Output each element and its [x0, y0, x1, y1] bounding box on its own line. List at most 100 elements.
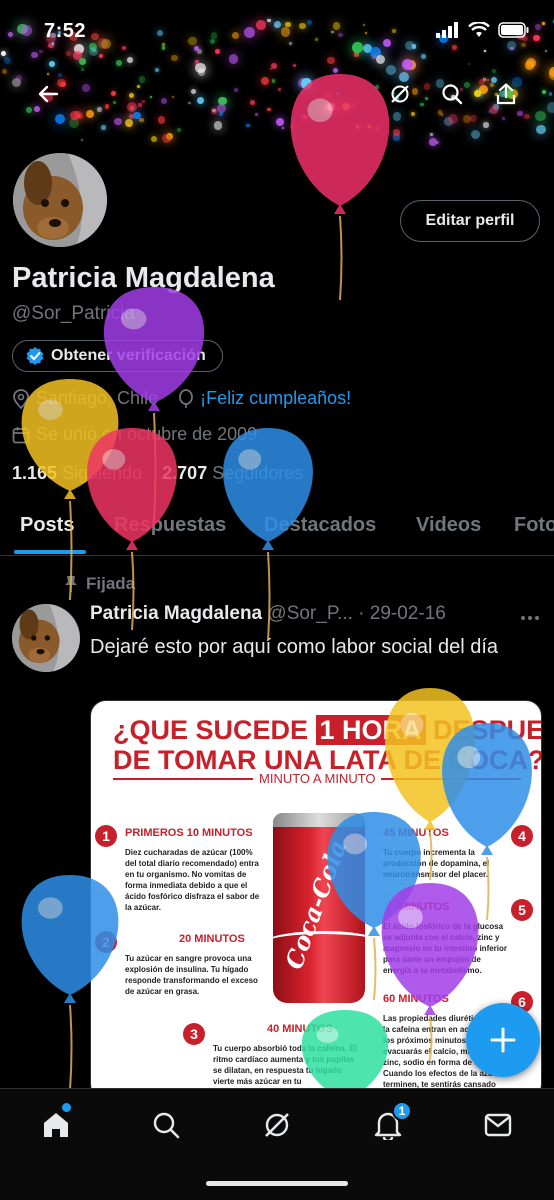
follow-counts: 1.165 Siguiendo 2.707 Seguidores	[12, 463, 303, 484]
followers-label: Seguidores	[212, 463, 304, 483]
banner-sparkle	[367, 124, 371, 128]
section-number: 3	[183, 1023, 205, 1045]
tweet-text: Dejaré esto por aquí como labor social d…	[90, 636, 499, 658]
tweet-date[interactable]: · 29-02-16	[358, 603, 446, 624]
section-title: 60 MINUTOS	[383, 993, 449, 1005]
profile-joined-row: Se unió en octubre de 2009	[12, 424, 257, 445]
dog-avatar-image	[13, 153, 107, 247]
home-new-indicator	[62, 1103, 71, 1112]
nav-explore[interactable]	[146, 1105, 186, 1145]
cellular-signal-icon	[436, 22, 458, 38]
banner-sparkle	[79, 58, 86, 65]
home-indicator	[206, 1181, 348, 1186]
infographic-rule-left	[113, 778, 253, 780]
calendar-icon	[12, 426, 30, 443]
banner-sparkle	[246, 123, 250, 128]
profile-avatar[interactable]	[10, 150, 110, 250]
following-link[interactable]: 1.165 Siguiendo	[12, 463, 142, 483]
banner-sparkle	[127, 57, 134, 64]
home-icon	[44, 1113, 68, 1137]
banner-sparkle	[81, 68, 85, 71]
banner-sparkle	[31, 51, 38, 59]
notifications-badge: 1	[392, 1101, 412, 1121]
tab-videos[interactable]: Videos	[416, 514, 481, 537]
grok-icon	[265, 1113, 289, 1137]
banner-sparkle	[270, 62, 277, 70]
section-body: Tu cuerpo incrementa la producción de do…	[383, 848, 490, 879]
section-title: 45 MINUTOS	[383, 827, 449, 839]
search-icon	[442, 84, 463, 105]
back-arrow-icon	[38, 85, 59, 103]
balloon	[21, 379, 119, 601]
birthday-link[interactable]: ¡Feliz cumpleaños!	[200, 388, 351, 409]
compose-post-button[interactable]	[466, 1003, 540, 1077]
share-button[interactable]	[488, 76, 524, 112]
back-button[interactable]	[30, 76, 66, 112]
profile-name: Patricia Magdalena	[12, 262, 275, 294]
banner-sparkle	[161, 133, 171, 143]
status-time: 7:52	[44, 20, 87, 42]
messages-icon	[484, 1113, 512, 1137]
explore-icon	[153, 1112, 180, 1139]
followers-link[interactable]: 2.707 Seguidores	[162, 463, 303, 483]
section-body: El ácido fosfórico de la glucosa se adju…	[383, 922, 508, 975]
tab-highlights[interactable]: Destacados	[264, 514, 376, 537]
infographic-title-post: DESPUES	[433, 715, 541, 745]
banner-sparkle	[469, 115, 478, 123]
section-number: 1	[95, 825, 117, 847]
banner-sparkle	[524, 113, 530, 120]
pin-icon	[65, 576, 77, 592]
tweet-author-name[interactable]: Patricia Magdalena	[90, 603, 262, 624]
search-button[interactable]	[434, 76, 470, 112]
banner-sparkle	[276, 117, 285, 126]
profile-tabs: Posts Respuestas Destacados Videos Foto	[0, 498, 554, 556]
tweet-header: Patricia Magdalena @Sor_P... · 29-02-16	[90, 603, 446, 625]
profile-location: Santiago, Chile	[36, 388, 159, 408]
infographic-title-highlight: 1 HORA	[315, 715, 426, 745]
nav-grok[interactable]	[257, 1105, 297, 1145]
get-verified-button[interactable]: Obtener verificación	[12, 340, 223, 372]
banner-sparkle	[54, 113, 66, 125]
grok-button[interactable]	[382, 76, 418, 112]
banner-sparkle	[213, 121, 223, 130]
dog-avatar-image	[12, 604, 80, 672]
banner-sparkle	[116, 60, 122, 66]
nav-home[interactable]	[36, 1103, 76, 1145]
banner-sparkle	[462, 114, 471, 124]
banner-sparkle	[356, 125, 360, 129]
wifi-icon	[468, 22, 490, 37]
tweet-author-avatar[interactable]	[12, 604, 80, 672]
banner-sparkle	[65, 50, 71, 56]
banner-sparkle	[139, 117, 144, 122]
section-body: Tu cuerpo absorbió toda la cafeína. El r…	[213, 1044, 357, 1086]
tab-photos[interactable]: Foto	[514, 514, 554, 537]
banner-sparkle	[374, 127, 379, 131]
banner-sparkle	[492, 68, 497, 73]
section-body: Tu azúcar en sangre provoca una explosió…	[125, 954, 258, 996]
nav-notifications[interactable]: 1	[368, 1101, 412, 1145]
nav-messages[interactable]	[478, 1105, 518, 1145]
banner-sparkle	[154, 68, 159, 73]
balloon-icon	[179, 388, 193, 408]
tab-posts[interactable]: Posts	[20, 514, 74, 537]
banner-sparkle	[171, 54, 178, 62]
tweet-author-handle[interactable]: @Sor_P...	[267, 603, 352, 624]
banner-sparkle	[471, 130, 481, 140]
tweet-more-button[interactable]	[520, 604, 540, 627]
banner-sparkle	[1, 50, 6, 56]
pinned-label: Fijada	[86, 574, 136, 593]
following-count: 1.165	[12, 463, 58, 483]
infographic-title-pre: ¿QUE SUCEDE	[113, 715, 316, 745]
followers-count: 2.707	[162, 463, 208, 483]
banner-sparkle	[282, 126, 285, 129]
tab-replies[interactable]: Respuestas	[114, 514, 226, 537]
banner-sparkle	[421, 53, 427, 60]
pinned-indicator: Fijada	[64, 574, 135, 594]
share-icon	[496, 83, 516, 105]
edit-profile-button[interactable]: Editar perfil	[400, 200, 540, 242]
banner-sparkle	[502, 117, 505, 121]
banner-sparkle	[3, 56, 12, 64]
banner-sparkle	[448, 114, 459, 125]
section-body: Diez cucharadas de azúcar (100% del tota…	[125, 848, 260, 912]
compose-plus-icon	[490, 1027, 516, 1053]
